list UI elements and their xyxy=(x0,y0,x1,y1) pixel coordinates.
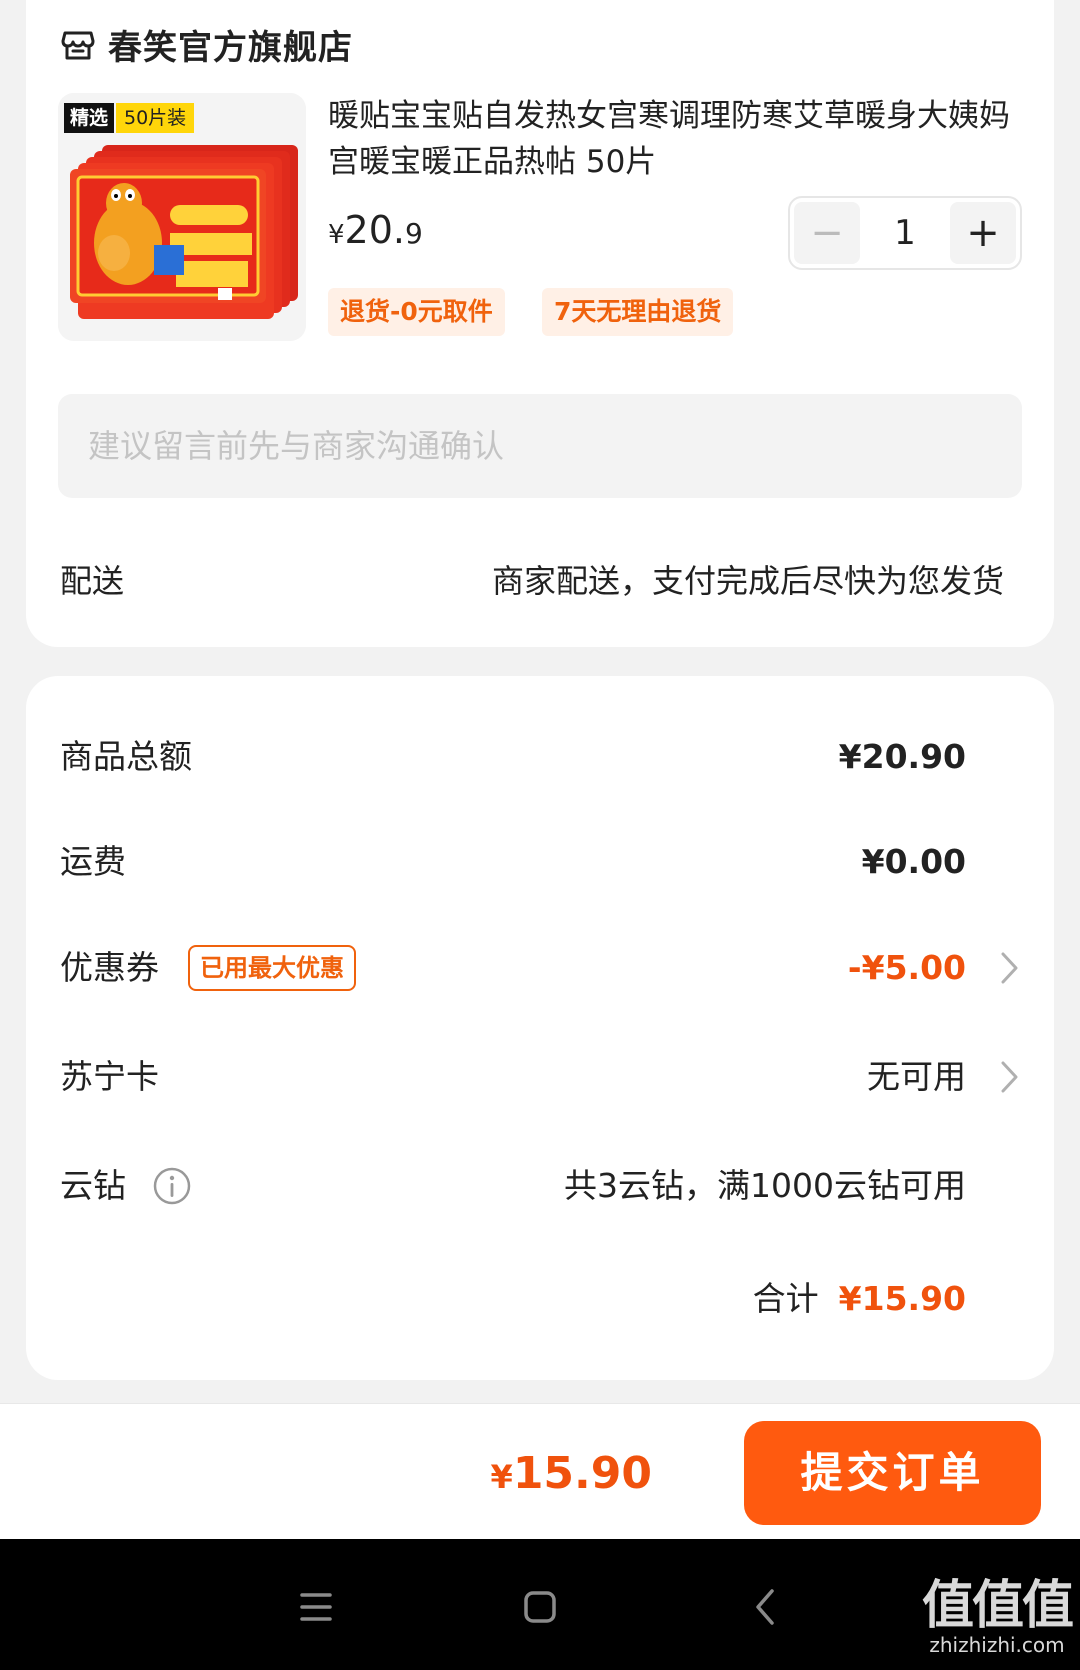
system-nav-bar: 值值值 zhizhizhi.com xyxy=(0,1539,1080,1670)
suning-card-label: 苏宁卡 xyxy=(60,1057,159,1096)
store-name: 春笑官方旗舰店 xyxy=(108,28,353,68)
yunzuan-value: 共3云钻，满1000云钻可用 xyxy=(564,1166,966,1205)
yunzuan-label: 云钻 xyxy=(60,1166,126,1205)
shipping-value: 商家配送，支付完成后尽快为您发货 xyxy=(491,562,1004,600)
decrease-quantity-button[interactable]: − xyxy=(794,202,860,264)
goods-total-label: 商品总额 xyxy=(60,737,192,776)
checkout-total: ¥15.90 xyxy=(491,1448,652,1499)
chevron-right-icon xyxy=(1001,1061,1018,1093)
increase-quantity-button[interactable]: + xyxy=(950,202,1016,264)
quantity-stepper: − 1 + xyxy=(788,196,1022,270)
coupon-value: -¥5.00 xyxy=(847,948,966,987)
coupon-row[interactable]: 优惠券 已用最大优惠 -¥5.00 xyxy=(0,938,1080,998)
menu-icon[interactable] xyxy=(286,1577,346,1637)
submit-order-button[interactable]: 提交订单 xyxy=(744,1421,1041,1525)
price-symbol: ¥ xyxy=(328,220,345,250)
product-price: ¥20.9 xyxy=(328,208,423,252)
product-title[interactable]: 暖贴宝宝贴自发热女宫寒调理防寒艾草暖身大姨妈宫暖宝暖正品热帖 50片 xyxy=(328,93,1028,185)
selected-badge: 精选 xyxy=(64,103,115,133)
suning-card-value: 无可用 xyxy=(867,1057,966,1096)
checkout-price-value: 15.90 xyxy=(512,1448,652,1499)
product-image[interactable]: 精选 50片装 xyxy=(58,93,306,341)
subtotal-label: 合计 xyxy=(752,1279,819,1318)
store-header[interactable]: 春笑官方旗舰店 xyxy=(60,20,353,69)
checkout-bar: ¥15.90 提交订单 xyxy=(0,1403,1080,1539)
yunzuan-row: 云钻 共3云钻，满1000云钻可用 xyxy=(0,1156,1080,1216)
info-icon[interactable] xyxy=(152,1166,192,1206)
coupon-best-badge: 已用最大优惠 xyxy=(188,945,356,991)
seven-day-return-tag: 7天无理由退货 xyxy=(542,288,734,336)
price-decimal: 9 xyxy=(404,217,423,250)
checkout-price-symbol: ¥ xyxy=(490,1458,513,1496)
goods-total-row: 商品总额 ¥20.90 xyxy=(0,727,1080,787)
freight-row: 运费 ¥0.00 xyxy=(0,832,1080,892)
store-icon xyxy=(61,31,95,59)
subtotal-value: ¥15.90 xyxy=(838,1279,966,1318)
home-icon[interactable] xyxy=(510,1577,570,1637)
price-integer: 20. xyxy=(344,208,405,252)
return-free-pickup-tag: 退货-0元取件 xyxy=(328,288,505,336)
watermark-domain: zhizhizhi.com xyxy=(929,1633,1065,1657)
chevron-right-icon xyxy=(1001,952,1018,984)
coupon-label: 优惠券 xyxy=(60,948,159,987)
order-remark-input[interactable] xyxy=(58,394,1022,498)
watermark-main: 值值值 xyxy=(921,1576,1074,1636)
subtotal-row: 合计 ¥15.90 xyxy=(753,1272,966,1320)
suning-card-row[interactable]: 苏宁卡 无可用 xyxy=(0,1047,1080,1107)
back-icon[interactable] xyxy=(736,1577,796,1637)
quantity-value[interactable]: 1 xyxy=(864,213,946,253)
freight-label: 运费 xyxy=(60,842,126,881)
shipping-label: 配送 xyxy=(60,562,125,600)
goods-total-value: ¥20.90 xyxy=(838,737,966,776)
pack-size-badge: 50片装 xyxy=(116,103,195,133)
freight-value: ¥0.00 xyxy=(861,842,966,881)
watermark: 值值值 zhizhizhi.com xyxy=(921,1576,1074,1657)
